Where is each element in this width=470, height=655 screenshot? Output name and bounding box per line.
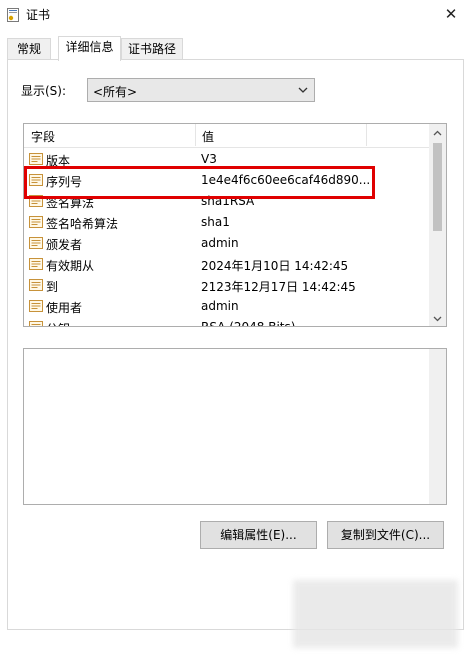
show-select[interactable]: <所有>: [87, 78, 315, 102]
field-name: 签名哈希算法: [46, 217, 119, 231]
tab-details[interactable]: 详细信息: [58, 36, 121, 61]
show-label: 显示(S):: [21, 84, 67, 98]
field-name: 颁发者: [46, 238, 83, 252]
field-name: 使用者: [46, 301, 83, 315]
copy-to-file-button[interactable]: 复制到文件(C)...: [327, 521, 444, 549]
certificate-icon: [7, 8, 19, 22]
list-item[interactable]: 使用者 admin: [24, 296, 429, 317]
field-icon: [29, 279, 43, 291]
list-scrollbar[interactable]: [429, 124, 446, 326]
field-icon: [29, 237, 43, 249]
field-value: admin: [201, 299, 239, 313]
column-header-value[interactable]: 值: [202, 128, 214, 145]
field-name: 到: [46, 280, 59, 294]
scroll-up-icon[interactable]: [432, 128, 443, 139]
field-icon: [29, 321, 43, 326]
show-select-value: <所有>: [93, 85, 138, 99]
list-item[interactable]: 公钥 RSA (2048 Bits): [24, 317, 429, 327]
highlight-box: [24, 166, 375, 199]
field-icon: [29, 216, 43, 228]
column-header-field[interactable]: 字段: [31, 128, 55, 145]
title-bar: 证书 ✕: [0, 0, 470, 30]
field-value: V3: [201, 152, 217, 166]
tab-certification-path[interactable]: 证书路径: [121, 38, 183, 60]
field-detail-box[interactable]: [23, 348, 447, 505]
field-value: 2123年12月17日 14:42:45: [201, 280, 356, 294]
field-icon: [29, 153, 43, 165]
field-icon: [29, 258, 43, 270]
close-button[interactable]: ✕: [436, 2, 466, 26]
tab-bar: 常规 详细信息 证书路径: [7, 36, 463, 61]
field-name: 公钥: [46, 320, 70, 326]
column-divider: [195, 124, 196, 146]
scroll-down-icon[interactable]: [432, 313, 443, 324]
field-value: 2024年1月10日 14:42:45: [201, 259, 349, 273]
chevron-down-icon: [298, 87, 308, 93]
column-divider: [366, 124, 367, 146]
list-item[interactable]: 有效期从 2024年1月10日 14:42:45: [24, 254, 429, 275]
field-value: sha1: [201, 215, 230, 229]
field-value: admin: [201, 236, 239, 250]
edit-properties-button[interactable]: 编辑属性(E)...: [200, 521, 317, 549]
list-item[interactable]: 到 2123年12月17日 14:42:45: [24, 275, 429, 296]
tab-general[interactable]: 常规: [7, 38, 51, 60]
field-icon: [29, 300, 43, 312]
close-icon: ✕: [444, 5, 458, 23]
field-value: RSA (2048 Bits): [201, 320, 296, 327]
window-title: 证书: [26, 8, 51, 22]
list-item[interactable]: 签名哈希算法 sha1: [24, 212, 429, 233]
scroll-thumb[interactable]: [433, 143, 442, 231]
blurred-area: [293, 580, 458, 648]
field-name: 有效期从: [46, 259, 95, 273]
field-list[interactable]: 字段 值 版本 V3 序列号 1e4e4f6c60ee6caf46d890... 签名算…: [23, 123, 447, 327]
list-header: 字段 值: [24, 124, 429, 148]
detail-scrollbar[interactable]: [429, 349, 446, 504]
list-item[interactable]: 颁发者 admin: [24, 233, 429, 254]
